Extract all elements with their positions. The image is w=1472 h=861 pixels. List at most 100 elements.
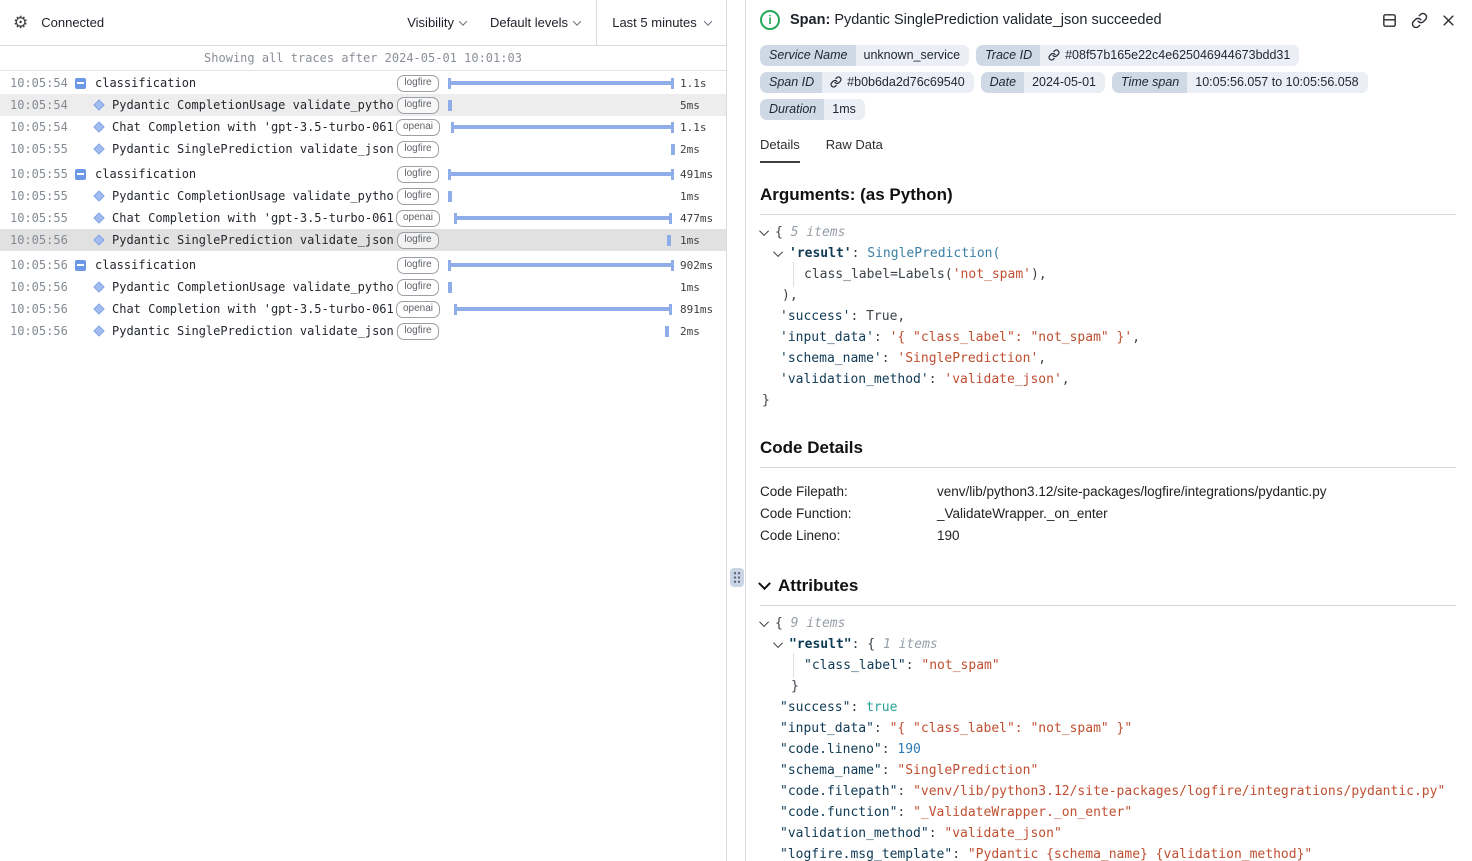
trace-name-cell: classification xyxy=(66,167,394,181)
scope-tag: openai xyxy=(396,301,440,318)
meta-badge-span-id: Span ID#b0b6da2d76c69540 xyxy=(760,72,974,93)
code-token: "validation_method" xyxy=(780,826,929,841)
trace-row[interactable]: 10:05:54Pydantic CompletionUsage validat… xyxy=(0,94,726,116)
code-token: "code.function" xyxy=(780,805,897,820)
code-detail-row: Code Lineno: 190 xyxy=(760,525,1456,547)
trace-row[interactable]: 10:05:56Pydantic SinglePrediction valida… xyxy=(0,229,726,251)
code-detail-row: Code Filepath: venv/lib/python3.12/site-… xyxy=(760,481,1456,503)
visibility-menu[interactable]: Visibility xyxy=(407,15,466,30)
trace-name-cell: Chat Completion with 'gpt-3.5-turbo-061 xyxy=(66,120,394,134)
duration-bar xyxy=(448,212,674,225)
default-levels-menu[interactable]: Default levels xyxy=(490,15,580,30)
settings-gear-icon[interactable]: ⚙ xyxy=(13,14,28,31)
info-success-icon: i xyxy=(760,10,780,30)
duration-bar xyxy=(448,259,674,272)
link-icon[interactable] xyxy=(830,76,842,88)
badge-label: Time span xyxy=(1112,72,1187,93)
trace-row[interactable]: 10:05:56classificationlogfire902ms xyxy=(0,254,726,276)
collapse-toggle-icon[interactable] xyxy=(75,260,86,271)
tag-cell: logfire xyxy=(394,97,442,114)
duration-bar xyxy=(448,168,674,181)
trace-panel: ⚙ Connected Visibility Default levels La… xyxy=(0,0,727,861)
duration-bar xyxy=(448,121,674,134)
badge-value: 1ms xyxy=(824,99,865,120)
collapse-toggle-icon[interactable] xyxy=(75,78,86,89)
trace-row[interactable]: 10:05:55classificationlogfire491ms xyxy=(0,163,726,185)
code-function-value: _ValidateWrapper._on_enter xyxy=(937,503,1108,525)
trace-name-cell: Pydantic SinglePrediction validate_json xyxy=(66,233,394,247)
code-token: "class_label" xyxy=(804,658,906,673)
scope-tag: logfire xyxy=(397,323,438,340)
badge-value: #08f57b165e22c4e625046944673bdd31 xyxy=(1040,45,1299,66)
collapse-chevron-icon[interactable] xyxy=(773,247,783,257)
code-token: 'schema_name' xyxy=(780,351,882,366)
code-filepath-label: Code Filepath: xyxy=(760,481,937,503)
resize-grip-handle[interactable] xyxy=(730,568,744,587)
trace-row[interactable]: 10:05:55Pydantic SinglePrediction valida… xyxy=(0,138,726,160)
collapse-chevron-icon[interactable] xyxy=(759,226,769,236)
code-line: { 5 items xyxy=(760,222,1456,243)
trace-row[interactable]: 10:05:55Chat Completion with 'gpt-3.5-tu… xyxy=(0,207,726,229)
code-token: "input_data" xyxy=(780,721,874,736)
trace-row[interactable]: 10:05:56Pydantic SinglePrediction valida… xyxy=(0,320,726,342)
code-token: : xyxy=(850,700,866,715)
close-icon[interactable] xyxy=(1441,13,1456,28)
code-line: "result": { 1 items xyxy=(760,634,1456,655)
link-icon[interactable] xyxy=(1048,49,1060,61)
panel-layout-icon[interactable] xyxy=(1381,12,1398,29)
code-token: , xyxy=(1038,351,1046,366)
code-token: : xyxy=(897,805,913,820)
trace-group: 10:05:56classificationlogfire902ms10:05:… xyxy=(0,254,726,342)
collapse-chevron-icon[interactable] xyxy=(773,638,783,648)
code-line: "input_data": "{ "class_label": "not_spa… xyxy=(760,718,1456,739)
time-range-select[interactable]: Last 5 minutes xyxy=(596,0,726,45)
scope-tag: logfire xyxy=(397,188,438,205)
visibility-menu-label: Visibility xyxy=(407,15,454,30)
code-line: 'validation_method': 'validate_json', xyxy=(760,369,1456,390)
code-token: { xyxy=(775,225,791,240)
trace-name-cell: classification xyxy=(66,76,394,90)
chevron-down-icon xyxy=(573,17,581,25)
trace-row[interactable]: 10:05:54classificationlogfire1.1s xyxy=(0,72,726,94)
code-line: "schema_name": "SinglePrediction" xyxy=(760,760,1456,781)
trace-row[interactable]: 10:05:56Pydantic CompletionUsage validat… xyxy=(0,276,726,298)
scope-tag: logfire xyxy=(397,97,438,114)
duration-bar xyxy=(448,143,674,156)
code-token: "not_spam" xyxy=(921,658,999,673)
trace-list: 10:05:54classificationlogfire1.1s10:05:5… xyxy=(0,71,726,861)
code-line: "logfire.msg_template": "Pydantic {schem… xyxy=(760,844,1456,861)
scope-tag: logfire xyxy=(397,75,438,92)
code-token: 9 items xyxy=(791,616,846,631)
code-token: 'input_data' xyxy=(780,330,874,345)
duration-label: 1ms xyxy=(674,234,726,247)
trace-group: 10:05:55classificationlogfire491ms10:05:… xyxy=(0,163,726,251)
trace-group: 10:05:54classificationlogfire1.1s10:05:5… xyxy=(0,72,726,160)
attributes-collapse-chevron-icon[interactable] xyxy=(758,577,771,590)
tab-raw-data[interactable]: Raw Data xyxy=(826,137,883,163)
tag-cell: logfire xyxy=(394,141,442,158)
attributes-code-block: { 9 items "result": { 1 items "class_label… xyxy=(760,613,1456,861)
detail-tabs: Details Raw Data xyxy=(760,137,1456,163)
link-icon[interactable] xyxy=(1411,12,1428,29)
code-token: true xyxy=(866,700,897,715)
collapse-chevron-icon[interactable] xyxy=(759,617,769,627)
span-diamond-icon xyxy=(93,234,104,245)
trace-timestamp: 10:05:55 xyxy=(0,142,66,156)
collapse-toggle-icon[interactable] xyxy=(75,169,86,180)
trace-row[interactable]: 10:05:54Chat Completion with 'gpt-3.5-tu… xyxy=(0,116,726,138)
trace-row[interactable]: 10:05:55Pydantic CompletionUsage validat… xyxy=(0,185,726,207)
code-token: "logfire.msg_template" xyxy=(780,847,952,861)
trace-row[interactable]: 10:05:56Chat Completion with 'gpt-3.5-tu… xyxy=(0,298,726,320)
code-token: } xyxy=(791,679,799,694)
code-token: "SinglePrediction" xyxy=(897,763,1038,778)
scope-tag: openai xyxy=(396,119,440,136)
code-token: 'SinglePrediction' xyxy=(897,351,1038,366)
trace-span-name: Chat Completion with 'gpt-3.5-turbo-061 xyxy=(112,211,394,225)
code-token: { xyxy=(775,616,791,631)
code-token: 190 xyxy=(897,742,920,757)
code-token: : xyxy=(882,351,898,366)
trace-timestamp: 10:05:56 xyxy=(0,233,66,247)
scope-tag: logfire xyxy=(397,279,438,296)
code-token: 'validation_method' xyxy=(780,372,929,387)
tab-details[interactable]: Details xyxy=(760,137,800,163)
